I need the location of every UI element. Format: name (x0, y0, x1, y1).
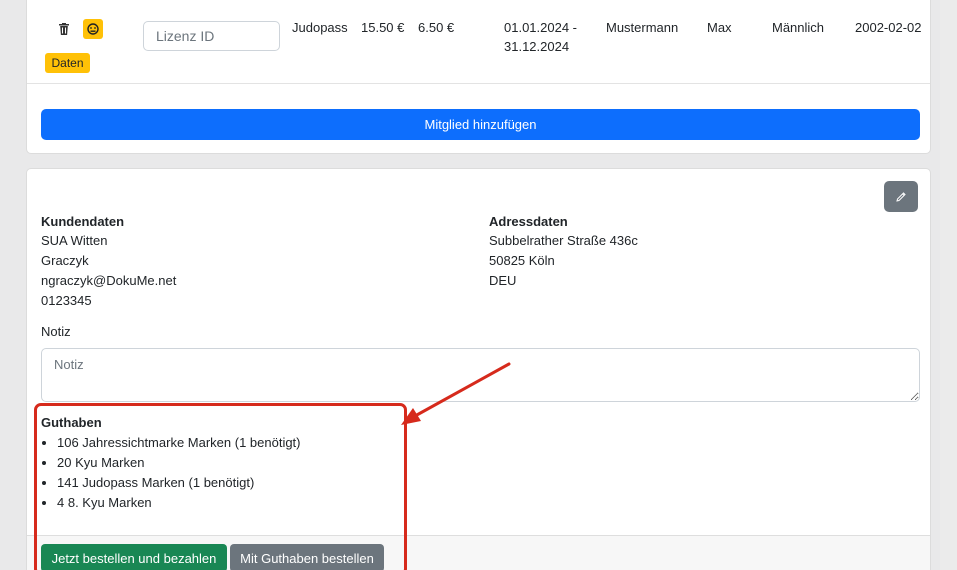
daten-button[interactable]: Daten (45, 53, 90, 73)
add-member-button[interactable]: Mitglied hinzufügen (41, 109, 920, 140)
price-2: 6.50 € (418, 20, 455, 35)
trash-icon[interactable] (59, 23, 69, 35)
address-city: 50825 Köln (489, 253, 555, 268)
edit-button[interactable] (884, 181, 918, 212)
address-street: Subbelrather Straße 436c (489, 233, 638, 248)
customer-contact: Graczyk (41, 253, 89, 268)
date-from: 01.01.2024 - (504, 20, 578, 35)
price-1: 15.50 € (361, 20, 405, 35)
user-face-button[interactable] (83, 19, 103, 39)
page-scrollbar[interactable] (940, 0, 957, 570)
member-row: Daten Judopass 15.50 € 6.50 € 01.01.2024… (27, 0, 930, 84)
customer-phone: 0123345 (41, 293, 92, 308)
lizenz-id-input[interactable] (143, 21, 280, 51)
kundendaten-title: Kundendaten (41, 214, 125, 229)
customer-email: ngraczyk@DokuMe.net (41, 273, 177, 288)
first-name: Max (707, 20, 732, 35)
user-face-icon (87, 23, 99, 35)
member-list-card: Daten Judopass 15.50 € 6.50 € 01.01.2024… (26, 0, 931, 154)
last-name: Mustermann (606, 20, 679, 35)
notiz-label: Notiz (41, 324, 71, 339)
adressdaten-title: Adressdaten (489, 214, 568, 229)
annotation-highlight-box (34, 403, 407, 570)
pass-type: Judopass (292, 20, 348, 35)
address-country: DEU (489, 273, 517, 288)
date-to: 31.12.2024 (504, 39, 570, 54)
birthdate: 2002-02-02 (855, 20, 922, 35)
pencil-icon (896, 191, 906, 202)
gender: Männlich (772, 20, 825, 35)
customer-name: SUA Witten (41, 233, 108, 248)
notiz-textarea[interactable] (41, 348, 920, 402)
